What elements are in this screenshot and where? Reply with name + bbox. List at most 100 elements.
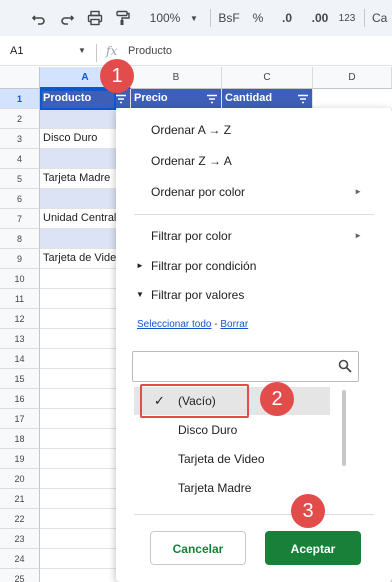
fx-icon: fx bbox=[106, 44, 118, 58]
column-header-d[interactable]: D bbox=[313, 67, 392, 89]
number-format-label: 123 bbox=[338, 12, 356, 24]
undo-icon[interactable] bbox=[28, 7, 50, 29]
menu-label: Filtrar por valores bbox=[151, 288, 245, 302]
menu-divider bbox=[134, 514, 374, 515]
print-icon[interactable] bbox=[84, 7, 106, 29]
row-header[interactable]: 7 bbox=[0, 209, 40, 229]
menu-label: Filtrar por color bbox=[151, 229, 232, 243]
menu-filter-by-color[interactable]: Filtrar por color ► bbox=[116, 221, 392, 251]
option-label: Disco Duro bbox=[178, 423, 238, 437]
menu-sort-az[interactable]: Ordenar A → Z bbox=[116, 115, 392, 145]
zoom-select[interactable]: 100% bbox=[144, 7, 186, 29]
value-search-input[interactable] bbox=[132, 351, 359, 382]
row-header[interactable]: 17 bbox=[0, 409, 40, 429]
header-label: Cantidad bbox=[225, 92, 273, 104]
name-box[interactable]: A1 bbox=[10, 45, 23, 57]
formula-input[interactable]: Producto bbox=[128, 45, 172, 57]
toolbar-divider bbox=[364, 9, 365, 27]
toolbar-divider bbox=[210, 9, 211, 27]
menu-label: Filtrar por condición bbox=[151, 259, 257, 273]
menu-sort-by-color[interactable]: Ordenar por color ► bbox=[116, 177, 392, 207]
row-header[interactable]: 20 bbox=[0, 469, 40, 489]
percent-button[interactable]: % bbox=[248, 7, 268, 29]
row-header[interactable]: 24 bbox=[0, 549, 40, 569]
row-header[interactable]: 25 bbox=[0, 569, 40, 582]
expand-caret-icon: ► bbox=[136, 261, 144, 270]
increase-decimals-button[interactable]: .00 bbox=[306, 7, 334, 29]
row-header[interactable]: 8 bbox=[0, 229, 40, 249]
row-header[interactable]: 2 bbox=[0, 109, 40, 129]
accept-button[interactable]: Aceptar bbox=[265, 531, 361, 565]
select-all-corner[interactable] bbox=[0, 67, 40, 89]
row-header[interactable]: 22 bbox=[0, 509, 40, 529]
row-header[interactable]: 19 bbox=[0, 449, 40, 469]
filter-icon[interactable] bbox=[298, 94, 308, 104]
currency-button[interactable]: BsF bbox=[216, 7, 242, 29]
select-all-link[interactable]: Seleccionar todo bbox=[137, 319, 212, 330]
row-header[interactable]: 6 bbox=[0, 189, 40, 209]
submenu-arrow-icon: ► bbox=[354, 187, 362, 196]
option-label: Tarjeta Madre bbox=[178, 481, 252, 495]
redo-icon[interactable] bbox=[56, 7, 78, 29]
row-header[interactable]: 5 bbox=[0, 169, 40, 189]
step-callout-2: 2 bbox=[260, 382, 294, 416]
formula-divider bbox=[96, 44, 97, 62]
row-header[interactable]: 11 bbox=[0, 289, 40, 309]
cancel-button[interactable]: Cancelar bbox=[150, 531, 246, 565]
toolbar: 100% ▼ BsF % .0 .00 123 Ca bbox=[0, 0, 392, 36]
submenu-arrow-icon: ► bbox=[354, 231, 362, 240]
table-header-precio[interactable]: Precio bbox=[131, 89, 222, 109]
row-header[interactable]: 16 bbox=[0, 389, 40, 409]
row-header[interactable]: 21 bbox=[0, 489, 40, 509]
column-header-c[interactable]: C bbox=[222, 67, 313, 89]
row-header[interactable]: 3 bbox=[0, 129, 40, 149]
menu-sort-za[interactable]: Ordenar Z → A bbox=[116, 146, 392, 176]
search-icon bbox=[338, 359, 352, 373]
header-label: Precio bbox=[134, 92, 168, 104]
filter-dropdown: Ordenar A → Z Ordenar Z → A Ordenar por … bbox=[116, 108, 392, 582]
chevron-down-icon[interactable]: ▼ bbox=[188, 7, 200, 29]
row-header[interactable]: 14 bbox=[0, 349, 40, 369]
paint-format-icon[interactable] bbox=[112, 7, 134, 29]
row-header[interactable]: 10 bbox=[0, 269, 40, 289]
formula-bar: A1 ▼ fx Producto bbox=[0, 40, 392, 66]
number-format-button[interactable]: 123 bbox=[336, 7, 358, 29]
select-links: Seleccionar todo - Borrar bbox=[137, 319, 248, 330]
row-header[interactable]: 23 bbox=[0, 529, 40, 549]
font-label: Ca bbox=[372, 11, 388, 25]
decrease-decimals-button[interactable]: .0 bbox=[274, 7, 300, 29]
values-scrollbar[interactable] bbox=[342, 390, 346, 466]
clear-link[interactable]: Borrar bbox=[220, 319, 248, 330]
option-highlight-box bbox=[140, 384, 249, 418]
currency-label: BsF bbox=[218, 11, 240, 25]
font-select[interactable]: Ca bbox=[372, 7, 392, 29]
value-option-disco-duro[interactable]: Disco Duro bbox=[134, 416, 330, 444]
menu-label: Ordenar por color bbox=[151, 185, 246, 199]
chevron-down-icon[interactable]: ▼ bbox=[78, 46, 86, 55]
row-header[interactable]: 9 bbox=[0, 249, 40, 269]
menu-divider bbox=[134, 214, 374, 215]
header-label: Producto bbox=[43, 92, 92, 104]
column-header-b[interactable]: B bbox=[131, 67, 222, 89]
row-header[interactable]: 18 bbox=[0, 429, 40, 449]
row-header[interactable]: 15 bbox=[0, 369, 40, 389]
step-callout-3: 3 bbox=[291, 494, 325, 528]
row-header[interactable]: 1 bbox=[0, 89, 40, 109]
row-header[interactable]: 12 bbox=[0, 309, 40, 329]
table-header-cantidad[interactable]: Cantidad bbox=[222, 89, 313, 109]
menu-filter-by-values[interactable]: ▼ Filtrar por valores bbox=[116, 280, 392, 310]
value-option-tarjeta-video[interactable]: Tarjeta de Video bbox=[134, 445, 330, 473]
row-header[interactable]: 4 bbox=[0, 149, 40, 169]
collapse-caret-icon: ▼ bbox=[136, 290, 144, 299]
option-label: Tarjeta de Video bbox=[178, 452, 265, 466]
decrease-decimals-label: .0 bbox=[281, 11, 292, 25]
row-header[interactable]: 13 bbox=[0, 329, 40, 349]
percent-label: % bbox=[252, 11, 264, 25]
filter-icon[interactable] bbox=[207, 94, 217, 104]
menu-label: Ordenar A → Z bbox=[151, 123, 232, 137]
zoom-value: 100% bbox=[149, 11, 181, 25]
menu-label: Ordenar Z → A bbox=[151, 154, 232, 168]
menu-filter-by-condition[interactable]: ► Filtrar por condición bbox=[116, 251, 392, 281]
increase-decimals-label: .00 bbox=[311, 11, 329, 25]
filter-icon[interactable] bbox=[116, 94, 126, 104]
